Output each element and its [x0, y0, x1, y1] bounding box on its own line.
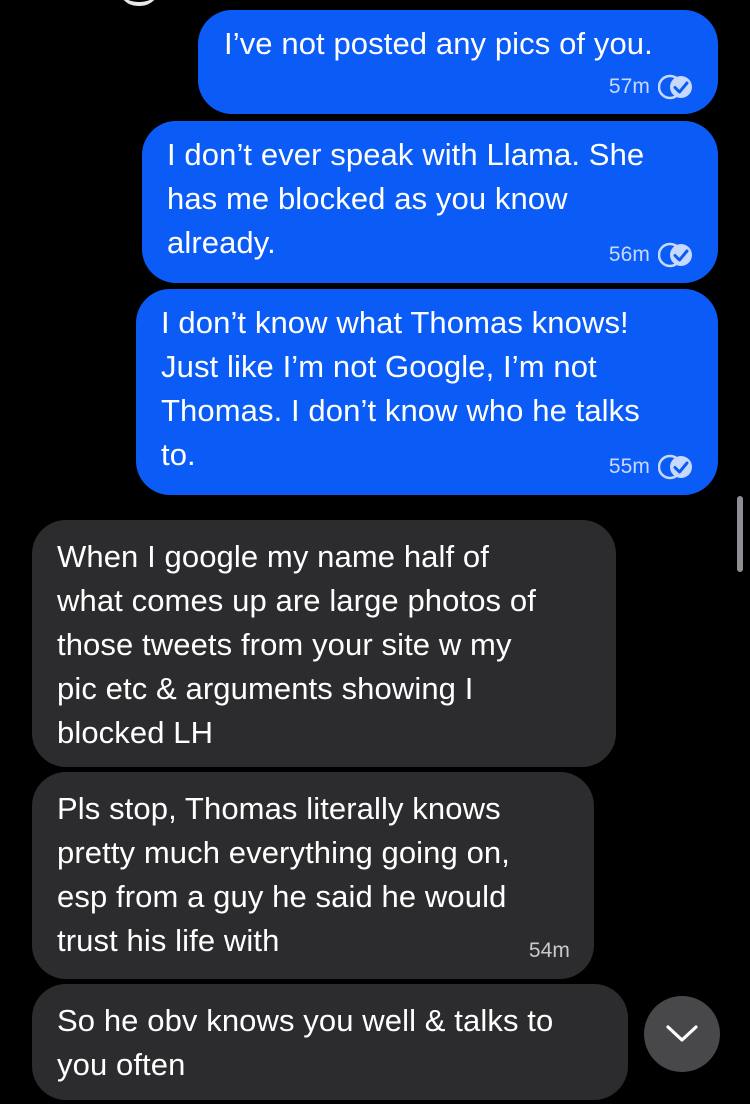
message-text: So he obv knows you well & talks to you … — [57, 1003, 554, 1082]
message-meta: 54m — [529, 939, 570, 963]
scroll-to-bottom-button[interactable] — [644, 996, 720, 1072]
message-meta: 55m — [609, 454, 694, 480]
message-text: When I google my name half of what comes… — [57, 539, 536, 750]
scrollbar-thumb[interactable] — [737, 496, 743, 572]
message-bubble-incoming[interactable]: Pls stop, Thomas literally knows pretty … — [32, 772, 594, 979]
message-meta: 56m — [609, 242, 694, 268]
double-check-icon — [658, 242, 692, 268]
message-bubble-incoming[interactable]: When I google my name half of what comes… — [32, 520, 616, 767]
message-time: 54m — [528, 939, 570, 962]
message-meta: 57m — [609, 74, 694, 100]
message-text: Pls stop, Thomas literally knows pretty … — [57, 791, 510, 958]
message-bubble-outgoing[interactable]: I’ve not posted any pics of you. 57m — [198, 10, 718, 114]
message-text: I’ve not posted any pics of you. — [224, 26, 653, 61]
message-bubble-incoming[interactable]: So he obv knows you well & talks to you … — [32, 984, 628, 1100]
message-time: 56m — [608, 243, 650, 266]
double-check-icon — [658, 454, 692, 480]
message-time: 57m — [608, 75, 650, 98]
message-time: 55m — [608, 455, 650, 478]
message-bubble-outgoing[interactable]: I don’t know what Thomas knows! Just lik… — [136, 289, 718, 495]
message-bubble-outgoing[interactable]: I don’t ever speak with Llama. She has m… — [142, 121, 718, 283]
message-text: I don’t know what Thomas knows! Just lik… — [161, 305, 640, 472]
top-decoration — [118, 0, 160, 6]
chevron-down-icon — [666, 1025, 698, 1042]
double-check-icon — [658, 74, 692, 100]
